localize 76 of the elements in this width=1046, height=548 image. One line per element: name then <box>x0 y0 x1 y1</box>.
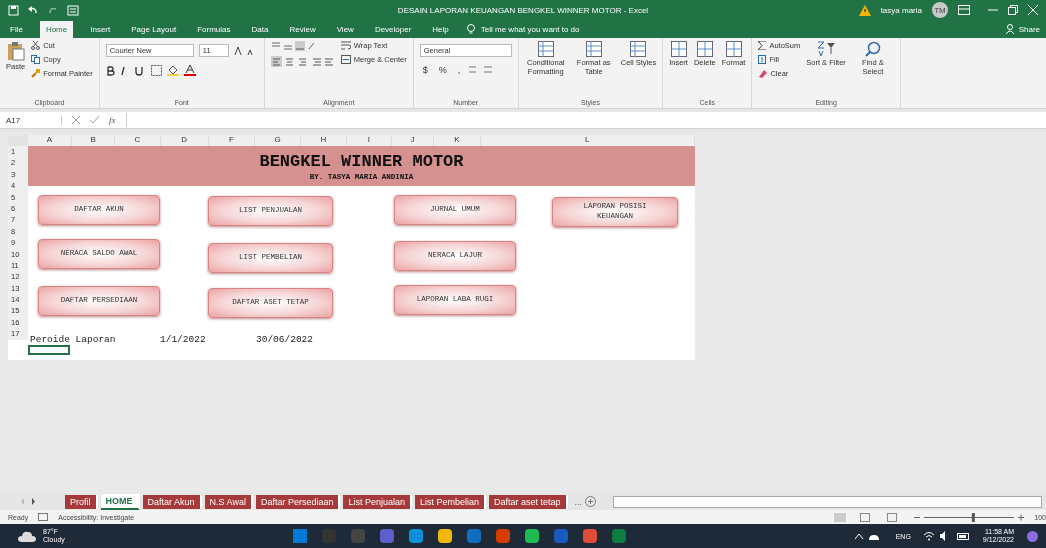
comma-button[interactable]: , <box>454 65 464 75</box>
paintbrush-icon <box>31 69 41 78</box>
percent-button[interactable]: % <box>435 65 450 75</box>
check-icon[interactable] <box>90 116 99 124</box>
undo-icon[interactable] <box>27 4 39 16</box>
merge-icon <box>340 55 351 64</box>
sheet-tab[interactable]: HOME <box>100 493 140 510</box>
ribbon-tab[interactable]: Home <box>39 20 74 39</box>
copy-icon <box>31 55 41 64</box>
borders-icon[interactable] <box>150 65 162 76</box>
more-sheets-button[interactable]: ... <box>574 496 583 507</box>
sheet-tab[interactable]: Daftar Akun <box>142 494 202 509</box>
table-style-icon <box>585 41 602 57</box>
ribbon-tab[interactable]: Formulas <box>193 21 235 37</box>
eraser-icon <box>758 69 768 78</box>
name-box[interactable]: A17 <box>6 115 62 125</box>
ribbon-display-icon[interactable] <box>958 5 970 15</box>
zoom-slider-thumb[interactable] <box>972 512 976 522</box>
cancel-icon[interactable] <box>72 116 80 124</box>
clipboard-icon <box>6 41 25 61</box>
sheet-tab[interactable]: Daftar Persediaan <box>255 494 341 509</box>
ribbon-tab[interactable]: Developer <box>370 21 416 37</box>
sheet-tab[interactable]: Profil <box>65 494 98 509</box>
vertical-align-icon[interactable] <box>270 41 315 51</box>
table-style-icon <box>537 41 554 57</box>
share-icon[interactable] <box>1005 24 1016 34</box>
close-icon[interactable] <box>1028 5 1038 15</box>
cells-icon <box>696 41 713 57</box>
add-sheet-icon[interactable] <box>585 496 597 507</box>
cloud-icon[interactable] <box>18 530 36 542</box>
sheet-tab[interactable]: N.S Awal <box>204 494 253 509</box>
cells-icon <box>670 41 687 57</box>
sigma-icon <box>758 41 767 50</box>
text-align-icon[interactable] <box>270 56 335 67</box>
wrap-text-icon <box>340 41 351 50</box>
currency-button[interactable]: $ <box>419 65 431 75</box>
scissors-icon <box>31 41 41 50</box>
ribbon-tab[interactable]: Insert <box>86 21 115 37</box>
ribbon-tab[interactable]: Page Layout <box>127 21 181 37</box>
form-icon[interactable] <box>67 4 79 16</box>
lightbulb-icon <box>465 23 476 35</box>
zoom-slider[interactable] <box>914 512 1025 522</box>
font-color-icon[interactable] <box>183 65 196 76</box>
table-style-icon <box>630 41 647 57</box>
warning-icon <box>858 4 871 16</box>
ribbon-tab[interactable]: Data <box>247 21 273 37</box>
network-volume-battery-icons[interactable] <box>923 531 970 541</box>
ribbon-tab[interactable]: Help <box>428 21 453 37</box>
sheet-scroll-arrows[interactable] <box>20 498 36 505</box>
user-avatar[interactable]: TM <box>932 2 948 18</box>
sort-icon <box>817 41 836 57</box>
table-cell: Peroide Laporan <box>30 334 116 345</box>
insert-function-button[interactable]: fx <box>109 115 116 125</box>
share-button[interactable]: Share <box>1018 24 1040 34</box>
sheet-tab[interactable]: List Pembelian <box>415 494 487 509</box>
table-cell: 30/06/2022 <box>256 334 313 345</box>
save-icon[interactable] <box>8 4 19 16</box>
ribbon-tab[interactable]: File <box>6 21 27 37</box>
fill-color-icon[interactable] <box>166 65 179 76</box>
macro-icon[interactable] <box>38 513 49 521</box>
window-title: DESAIN LAPORAN KEUANGAN BENGKEL WINNER MOTOR - Excel <box>396 5 650 15</box>
selected-cell[interactable] <box>28 345 70 355</box>
user-name[interactable]: tasya maria <box>880 5 922 15</box>
tell-me-search[interactable]: Tell me what you want to do <box>480 24 580 34</box>
ribbon-tab[interactable]: View <box>332 21 358 37</box>
horizontal-scrollbar[interactable] <box>613 495 1042 508</box>
sheet-tab[interactable]: Daftar aset tetap <box>489 494 568 509</box>
table-cell: 1/1/2022 <box>160 334 206 345</box>
notification-icon[interactable] <box>1027 530 1038 542</box>
cells-icon <box>725 41 742 57</box>
sheet-title: BENGKEL WINNER MOTOR <box>259 151 464 171</box>
sheet-tab[interactable]: List Penjualan <box>343 494 412 509</box>
ribbon-tab[interactable]: Review <box>285 21 320 37</box>
restore-icon[interactable] <box>1008 5 1018 15</box>
font-style-icon[interactable] <box>105 65 146 76</box>
fill-down-icon <box>758 55 767 64</box>
